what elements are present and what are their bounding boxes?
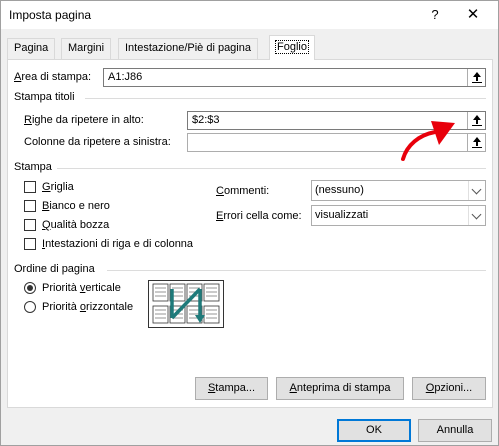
headings-checkbox[interactable] — [24, 238, 36, 250]
tab-foglio[interactable]: Foglio — [269, 35, 315, 60]
print-area-value: A1:J86 — [108, 71, 143, 83]
over-then-down-radio[interactable] — [24, 301, 36, 313]
tab-label: Pagina — [14, 42, 49, 54]
annotation-arrow-icon — [401, 121, 455, 161]
draft-quality-checkbox[interactable] — [24, 219, 36, 231]
print-button[interactable]: Stampa... — [195, 377, 268, 400]
page-order-preview-icon — [148, 280, 224, 328]
comments-value: (nessuno) — [315, 184, 364, 196]
rows-to-repeat-label: Righe da ripetere in alto: — [24, 114, 144, 126]
black-white-checkbox[interactable] — [24, 200, 36, 212]
help-icon[interactable]: ? — [425, 5, 445, 25]
black-white-label: Bianco e nero — [42, 200, 110, 212]
tab-pagina[interactable]: Pagina — [7, 38, 56, 59]
gridlines-label: Griglia — [42, 181, 74, 193]
options-button[interactable]: Opzioni... — [412, 377, 486, 400]
comments-label: Commenti: — [216, 185, 270, 197]
tab-label: Margini — [68, 42, 105, 54]
page-setup-dialog: Imposta pagina ? ✕ Pagina Margini Intest… — [0, 0, 499, 446]
down-then-over-radio[interactable] — [24, 282, 36, 294]
print-area-label: Area di stampa: — [14, 71, 92, 83]
cancel-button[interactable]: Annulla — [418, 419, 492, 442]
divider — [57, 168, 486, 169]
title-bar: Imposta pagina ? ✕ — [1, 1, 498, 29]
tab-margini[interactable]: Margini — [61, 38, 112, 59]
errors-select[interactable]: visualizzati — [311, 205, 486, 226]
tab-intestazione[interactable]: Intestazione/Piè di pagina — [118, 38, 258, 59]
headings-label: Intestazioni di riga e di colonna — [42, 238, 194, 250]
down-then-over-label: Priorità verticale — [42, 282, 121, 294]
page-order-group-label: Ordine di pagina — [14, 263, 95, 275]
gridlines-checkbox[interactable] — [24, 181, 36, 193]
errors-label: Errori cella come: — [216, 210, 302, 222]
tab-label: Foglio — [275, 40, 309, 54]
print-preview-button[interactable]: Anteprima di stampa — [276, 377, 404, 400]
over-then-down-label: Priorità orizzontale — [42, 301, 134, 313]
ok-button[interactable]: OK — [337, 419, 411, 442]
print-titles-group-label: Stampa titoli — [14, 91, 75, 103]
tab-label: Intestazione/Piè di pagina — [125, 42, 251, 54]
print-group-label: Stampa — [14, 161, 52, 173]
close-icon[interactable]: ✕ — [461, 5, 485, 25]
print-area-field[interactable]: A1:J86 — [103, 68, 486, 87]
errors-value: visualizzati — [315, 209, 369, 221]
comments-select[interactable]: (nessuno) — [311, 180, 486, 201]
rows-to-repeat-value: $2:$3 — [192, 114, 220, 126]
collapse-dialog-icon[interactable] — [467, 112, 485, 129]
cols-to-repeat-label: Colonne da ripetere a sinistra: — [24, 136, 171, 148]
divider — [107, 270, 486, 271]
divider — [85, 98, 486, 99]
dialog-title: Imposta pagina — [9, 8, 92, 22]
chevron-down-icon[interactable] — [468, 181, 485, 200]
collapse-dialog-icon[interactable] — [467, 134, 485, 151]
collapse-dialog-icon[interactable] — [467, 69, 485, 86]
chevron-down-icon[interactable] — [468, 206, 485, 225]
draft-quality-label: Qualità bozza — [42, 219, 110, 231]
